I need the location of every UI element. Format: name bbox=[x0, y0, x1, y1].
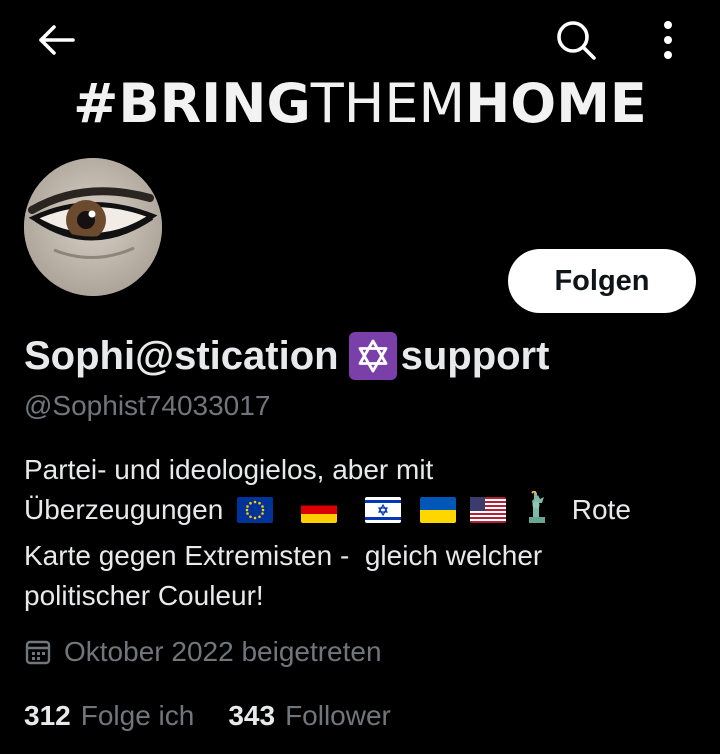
bio-line: Karte gegen Extremisten - gleich welcher bbox=[24, 540, 543, 571]
display-name: Sophi@stication support bbox=[24, 330, 549, 382]
israel-flag-icon bbox=[364, 497, 401, 523]
follow-button[interactable]: Folgen bbox=[508, 249, 696, 313]
star-of-david-icon bbox=[348, 332, 397, 380]
user-handle: @Sophist74033017 bbox=[24, 390, 271, 421]
search-button[interactable] bbox=[550, 16, 602, 68]
bio-line: Überzeugungen Rote bbox=[24, 489, 684, 536]
arrow-left-icon bbox=[36, 23, 76, 62]
bio-line: politischer Couleur! bbox=[24, 580, 264, 611]
eu-flag-icon bbox=[237, 497, 274, 523]
germany-flag-icon bbox=[300, 497, 337, 523]
more-vertical-icon bbox=[662, 20, 674, 65]
calendar-icon bbox=[24, 638, 52, 666]
search-icon bbox=[554, 18, 598, 67]
following-link[interactable]: 312 Folge ich bbox=[24, 700, 194, 732]
followers-label: Follower bbox=[285, 700, 391, 731]
usa-flag-icon bbox=[470, 497, 507, 523]
statue-of-liberty-icon bbox=[522, 489, 552, 536]
profile-banner[interactable]: #BRINGTHEMHOME bbox=[0, 0, 720, 170]
profile-bio: Partei- und ideologielos, aber mit Überz… bbox=[24, 450, 684, 616]
more-options-button[interactable] bbox=[646, 16, 690, 68]
joined-date: Oktober 2022 beigetreten bbox=[24, 632, 382, 672]
following-label: Folge ich bbox=[80, 700, 195, 731]
ukraine-flag-icon bbox=[420, 497, 457, 523]
banner-text: #BRINGTHEMHOME bbox=[73, 72, 647, 135]
avatar[interactable] bbox=[24, 158, 162, 296]
profile-stats: 312 Folge ich 343 Follower bbox=[24, 696, 425, 736]
following-count: 312 bbox=[24, 700, 71, 731]
followers-link[interactable]: 343 Follower bbox=[228, 700, 391, 732]
followers-count: 343 bbox=[228, 700, 276, 731]
bio-line: Partei- und ideologielos, aber mit bbox=[24, 454, 434, 485]
back-button[interactable] bbox=[30, 18, 82, 66]
